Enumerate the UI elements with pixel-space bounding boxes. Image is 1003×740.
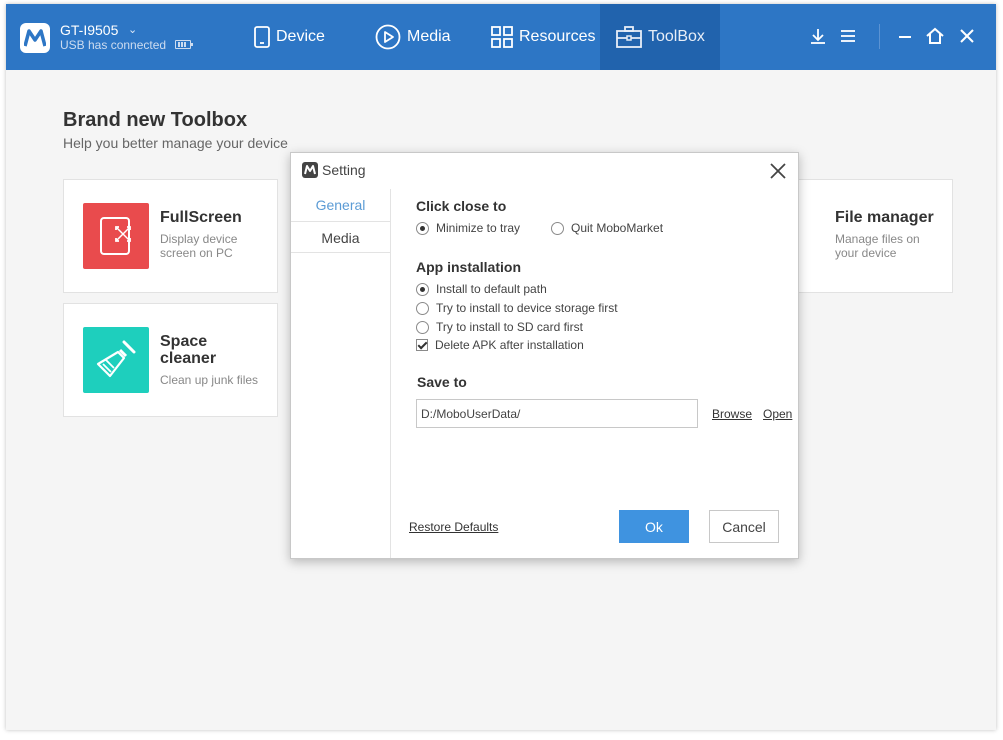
dialog-title: Setting [322,162,366,178]
toolbox-icon [616,26,642,48]
fullscreen-desc-line1: Display device [160,232,238,246]
fullscreen-card[interactable]: FullScreen Display device screen on PC [63,179,278,293]
play-circle-icon [375,24,401,50]
radio-button[interactable] [416,320,429,334]
grid-icon [491,26,513,48]
chevron-down-icon[interactable]: ⌄ [128,23,137,36]
checkbox-label: Delete APK after installation [435,338,584,352]
nav-toolbox-label: ToolBox [648,28,705,45]
nav-toolbox[interactable]: ToolBox [600,4,720,70]
radio-label: Install to default path [436,282,547,296]
minimize-icon[interactable] [893,24,917,48]
space-cleaner-desc: Clean up junk files [160,373,259,387]
phone-icon [254,26,270,48]
ok-button[interactable]: Ok [619,510,689,543]
app-window: GT-I9505 ⌄ USB has connected Device Medi… [6,4,996,730]
file-manager-desc-line1: Manage files on [835,232,920,246]
page-title: Brand new Toolbox [63,109,248,131]
nav-media[interactable]: Media [375,4,451,70]
cancel-button[interactable]: Cancel [709,510,779,543]
tab-media[interactable]: Media [291,221,390,253]
space-cleaner-title-line1: Space [160,333,208,350]
download-icon[interactable] [806,24,830,48]
radio-label: Try to install to device storage first [436,301,618,315]
close-icon[interactable] [955,24,979,48]
fullscreen-icon [83,203,149,269]
nav-device-label: Device [276,28,325,45]
radio-sd-card[interactable]: Try to install to SD card first [416,320,583,334]
menu-icon[interactable] [836,24,860,48]
setting-dialog: Setting General Media Click close to Min… [290,152,799,559]
radio-device-storage[interactable]: Try to install to device storage first [416,301,618,315]
top-bar: GT-I9505 ⌄ USB has connected Device Medi… [6,4,996,70]
file-manager-title: File manager [835,209,934,226]
click-close-title: Click close to [416,198,507,214]
browse-link[interactable]: Browse [712,407,752,421]
app-install-title: App installation [416,259,521,275]
dialog-header: Setting [291,153,798,189]
battery-icon [175,40,193,49]
dialog-sidebar: General Media [291,189,391,558]
tab-general[interactable]: General [291,189,390,221]
space-cleaner-title-line2: cleaner [160,350,217,367]
save-path-input[interactable] [416,399,698,428]
file-manager-desc-line2: your device [835,246,897,260]
restore-defaults-link[interactable]: Restore Defaults [409,520,498,534]
radio-default-path[interactable]: Install to default path [416,282,547,296]
space-cleaner-card[interactable]: Space cleaner Clean up junk files [63,303,278,417]
fullscreen-title: FullScreen [160,209,242,226]
nav-resources-label: Resources [519,28,596,45]
radio-label: Quit MoboMarket [571,221,664,235]
home-icon[interactable] [923,24,947,48]
toolbar-divider [879,24,880,49]
radio-button[interactable] [416,282,429,296]
radio-button[interactable] [416,221,429,235]
device-status: USB has connected [60,38,167,52]
app-logo-icon [20,23,50,53]
radio-minimize-to-tray[interactable]: Minimize to tray [416,221,520,235]
device-name[interactable]: GT-I9505 [60,22,118,38]
radio-quit-mobomarket[interactable]: Quit MoboMarket [551,221,663,235]
page-subtitle: Help you better manage your device [63,135,288,151]
nav-media-label: Media [407,28,451,45]
broom-icon [83,327,149,393]
fullscreen-desc-line2: screen on PC [160,246,233,260]
dialog-logo-icon [302,162,318,178]
radio-label: Try to install to SD card first [436,320,583,334]
checkbox-delete-apk[interactable]: Delete APK after installation [416,338,584,352]
radio-button[interactable] [416,301,429,315]
open-link[interactable]: Open [763,407,792,421]
radio-label: Minimize to tray [436,221,521,235]
dialog-close-icon[interactable] [769,162,787,180]
nav-resources[interactable]: Resources [491,4,595,70]
save-to-title: Save to [417,374,467,390]
nav-device[interactable]: Device [254,4,325,70]
checkbox[interactable] [416,339,428,351]
radio-button[interactable] [551,221,564,235]
